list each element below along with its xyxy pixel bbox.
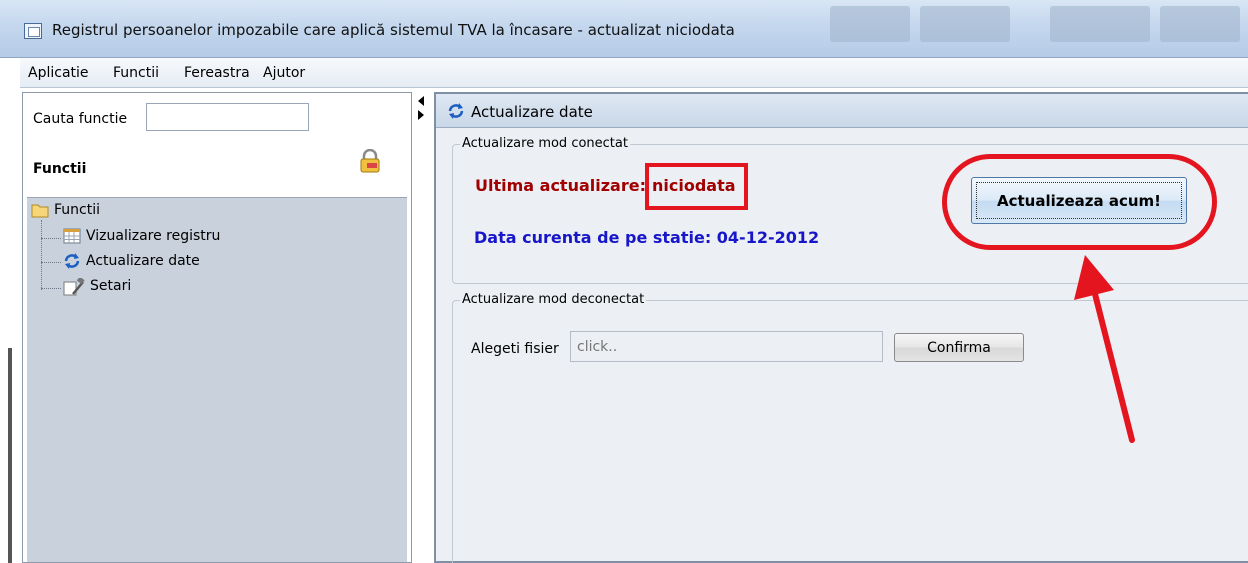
tree-connector — [41, 262, 61, 263]
tree-root-functii[interactable]: Functii — [31, 202, 100, 218]
menu-functii[interactable]: Functii — [113, 65, 159, 81]
folder-icon — [31, 202, 49, 218]
confirm-button[interactable]: Confirma — [894, 333, 1024, 362]
internal-frame-title: Actualizare date — [471, 103, 593, 121]
annotation-ellipse — [942, 154, 1217, 250]
menu-aplicatie[interactable]: Aplicatie — [28, 65, 89, 81]
tools-icon — [63, 276, 85, 296]
expand-right-icon[interactable] — [418, 110, 424, 120]
tree-item-label: Actualizare date — [86, 253, 200, 269]
tree-item-actualizare-date[interactable]: Actualizare date — [63, 253, 200, 269]
current-date-text: Data curenta de pe statie: 04-12-2012 — [474, 228, 820, 247]
menu-ajutor[interactable]: Ajutor — [263, 65, 305, 81]
tree-root-label: Functii — [54, 202, 100, 218]
blurred-background-area — [1160, 6, 1240, 42]
file-select-label: Alegeti fisier — [471, 341, 559, 357]
last-update-label: Ultima actualizare: — [475, 176, 646, 195]
title-bar: Registrul persoanelor impozabile care ap… — [0, 0, 1248, 58]
blurred-background-area — [830, 6, 910, 42]
file-select-input[interactable] — [570, 331, 883, 362]
table-icon — [63, 228, 81, 244]
search-function-input[interactable] — [146, 103, 309, 131]
tree-item-label: Setari — [90, 278, 132, 294]
menu-fereastra[interactable]: Fereastra — [184, 65, 250, 81]
window-left-edge — [0, 88, 20, 563]
menu-bar: Aplicatie Functii Fereastra Ajutor — [20, 58, 1248, 88]
internal-frame-title-bar: Actualizare date — [436, 94, 1248, 128]
collapse-left-icon[interactable] — [418, 96, 424, 106]
disconnected-mode-legend: Actualizare mod deconectat — [460, 292, 647, 307]
functions-heading: Functii — [33, 161, 87, 177]
tree-connector — [41, 238, 61, 239]
annotation-arrow — [1074, 255, 1135, 443]
tree-connector — [41, 220, 42, 290]
blurred-background-area — [1050, 6, 1150, 42]
annotation-highlight-box — [645, 163, 748, 210]
window-title: Registrul persoanelor impozabile care ap… — [52, 21, 735, 39]
functions-sidebar: Cauta functie Functii Functii Vizualizar… — [22, 92, 412, 563]
functions-tree: Functii Vizualizare registru Actualizare… — [27, 197, 407, 562]
search-label: Cauta functie — [33, 111, 128, 127]
split-pane-divider[interactable] — [412, 88, 434, 563]
tree-connector — [41, 288, 61, 289]
blurred-background-area — [920, 6, 1010, 42]
lock-icon[interactable] — [359, 148, 381, 173]
refresh-icon — [63, 253, 81, 269]
app-window-icon — [24, 23, 42, 39]
tree-item-vizualizare-registru[interactable]: Vizualizare registru — [63, 228, 220, 244]
refresh-icon — [447, 103, 465, 119]
connected-mode-legend: Actualizare mod conectat — [460, 136, 630, 151]
tree-item-label: Vizualizare registru — [86, 228, 221, 244]
tree-item-setari[interactable]: Setari — [63, 276, 132, 296]
